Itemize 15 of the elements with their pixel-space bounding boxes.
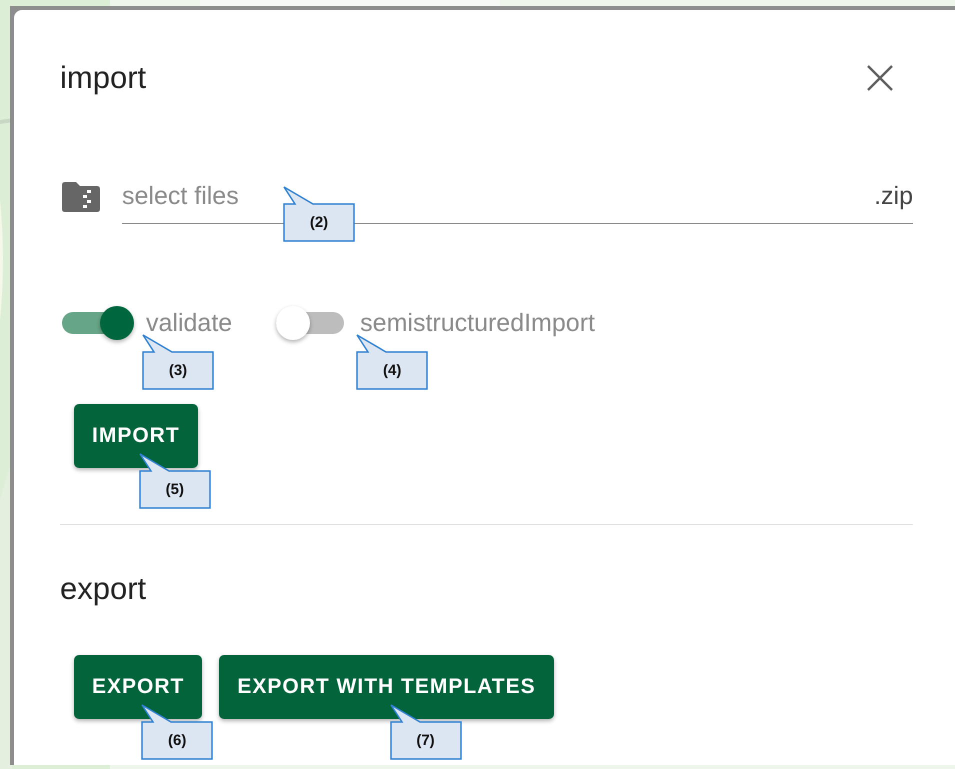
callout-label: (2) [283, 186, 355, 242]
import-button[interactable]: IMPORT [74, 404, 198, 468]
toggle-switch[interactable] [62, 306, 134, 340]
dialog-title: import [60, 59, 146, 97]
callout-label: (4) [356, 334, 428, 390]
file-suffix: .zip [874, 182, 913, 211]
callout-label: (3) [142, 334, 214, 390]
export-button[interactable]: EXPORT [74, 655, 202, 719]
section-title: export [60, 570, 148, 608]
callout-label: (7) [390, 704, 462, 760]
export-button[interactable]: EXPORT WITH TEMPLATES [219, 655, 554, 719]
callout-label: (6) [141, 704, 214, 760]
close-icon[interactable] [867, 65, 893, 91]
zip-folder-icon [62, 182, 100, 212]
callout-label: (5) [138, 453, 211, 509]
